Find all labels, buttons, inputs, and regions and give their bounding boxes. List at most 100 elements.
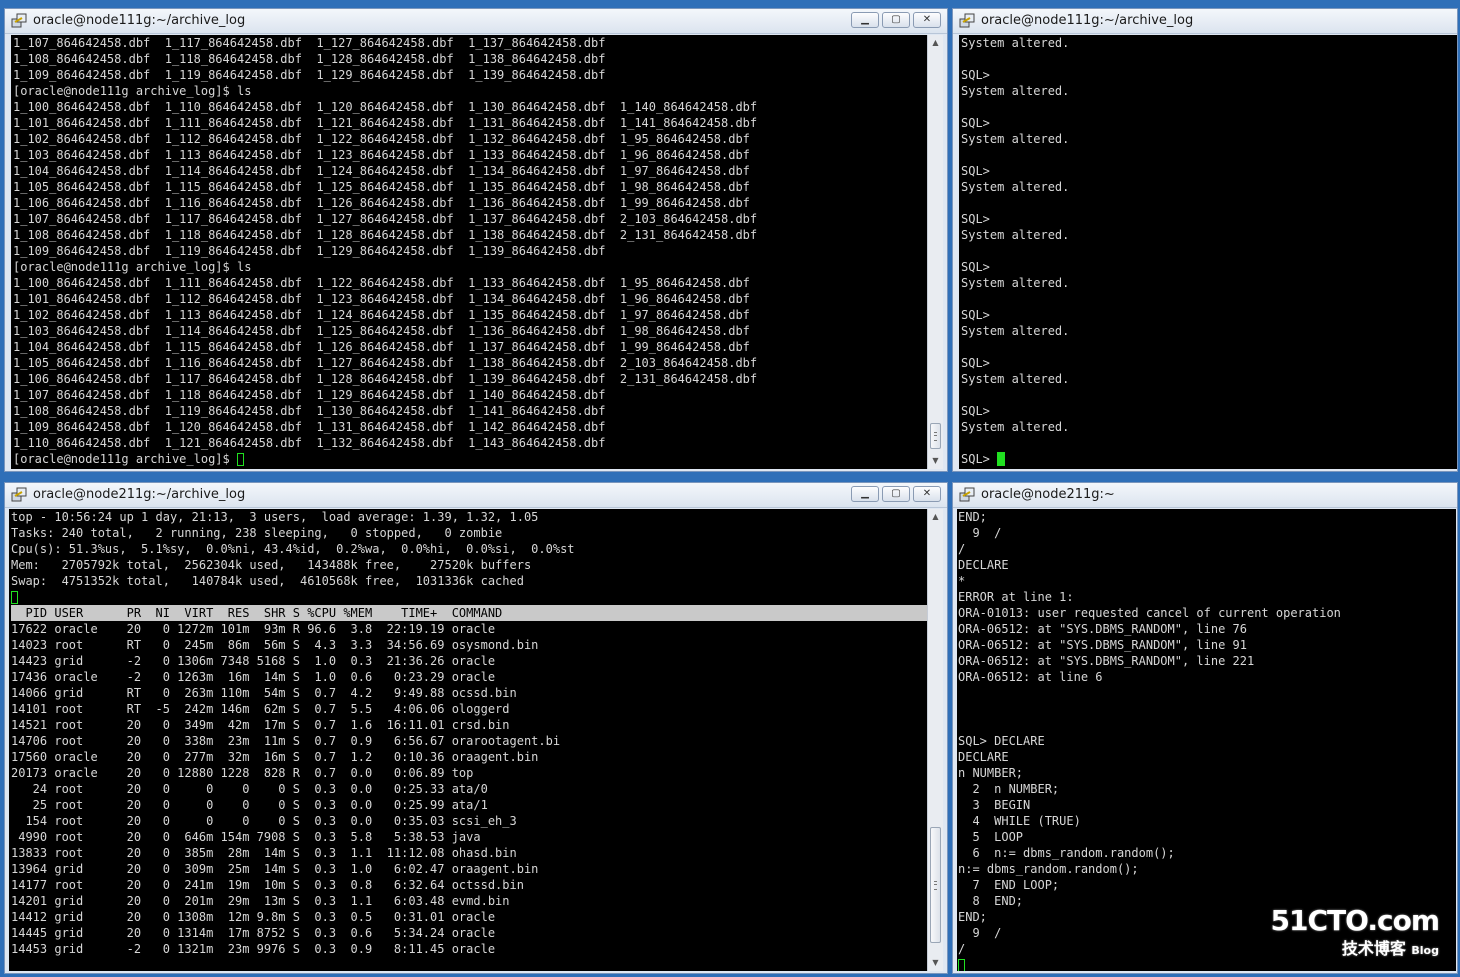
prompt-line[interactable]: SQL>: [961, 451, 1457, 467]
terminal-line: 1_102_864642458.dbf 1_113_864642458.dbf …: [13, 308, 750, 322]
terminal-line: System altered.: [961, 228, 1070, 242]
close-icon[interactable]: ✕: [913, 486, 941, 502]
prompt-text: [oracle@node111g archive_log]$: [13, 452, 237, 466]
input-line[interactable]: [958, 957, 1456, 971]
process-row: 154 root 20 0 0 0 0 S 0.3 0.0 0:35.03 sc…: [11, 814, 517, 828]
scroll-up-icon[interactable]: ▲: [928, 509, 943, 525]
terminal-window-bottom-left[interactable]: oracle@node211g:~/archive_log ▁ ▢ ✕ top …: [4, 482, 948, 974]
input-line[interactable]: [11, 589, 927, 605]
watermark-brand: 51CTO.com: [1270, 904, 1440, 937]
top-summary-line: Swap: 4751352k total, 140784k used, 4610…: [11, 574, 524, 588]
process-row: 24 root 20 0 0 0 0 S 0.3 0.0 0:25.33 ata…: [11, 782, 488, 796]
top-summary-line: Mem: 2705792k total, 2562304k used, 1434…: [11, 558, 532, 572]
terminal-line: System altered.: [961, 84, 1070, 98]
terminal-line: SQL>: [961, 308, 990, 322]
terminal-line: 1_101_864642458.dbf 1_112_864642458.dbf …: [13, 292, 750, 306]
terminal-line: System altered.: [961, 36, 1070, 50]
terminal-line: n NUMBER;: [958, 766, 1024, 780]
top-summary-line: Cpu(s): 51.3%us, 5.1%sy, 0.0%ni, 43.4%id…: [11, 542, 575, 556]
terminal-line: 1_101_864642458.dbf 1_111_864642458.dbf …: [13, 116, 758, 130]
watermark-blog: Blog: [1411, 944, 1439, 957]
terminal-line: 1_105_864642458.dbf 1_116_864642458.dbf …: [13, 356, 758, 370]
terminal-line: 1_109_864642458.dbf 1_119_864642458.dbf …: [13, 244, 606, 258]
terminal-line: *: [958, 574, 966, 588]
text-cursor: [958, 959, 965, 971]
terminal-line: 1_104_864642458.dbf 1_115_864642458.dbf …: [13, 340, 750, 354]
terminal-line: ERROR at line 1:: [958, 590, 1074, 604]
process-row: 17436 oracle -2 0 1263m 16m 14m S 1.0 0.…: [11, 670, 496, 684]
process-row: 14201 grid 20 0 201m 29m 13m S 0.3 1.1 6…: [11, 894, 510, 908]
scroll-thumb[interactable]: [930, 827, 941, 943]
process-row: 14445 grid 20 0 1314m 17m 8752 S 0.3 0.6…: [11, 926, 496, 940]
terminal-output[interactable]: 1_107_864642458.dbf 1_117_864642458.dbf …: [11, 35, 927, 469]
terminal-window-top-right[interactable]: oracle@node111g:~/archive_log System alt…: [952, 8, 1458, 472]
close-icon[interactable]: ✕: [913, 12, 941, 28]
terminal-output[interactable]: END; 9 / / DECLARE * ERROR at line 1: ORA-010…: [957, 509, 1456, 971]
terminal-line: System altered.: [961, 420, 1070, 434]
terminal-line: 2 n NUMBER;: [958, 782, 1060, 796]
terminal-line: 1_110_864642458.dbf 1_121_864642458.dbf …: [13, 436, 606, 450]
title-bar[interactable]: oracle@node111g:~/archive_log: [953, 9, 1457, 34]
top-output[interactable]: top - 10:56:24 up 1 day, 21:13, 3 users,…: [9, 509, 927, 971]
terminal-line: DECLARE: [958, 558, 1009, 572]
prompt-line[interactable]: [oracle@node111g archive_log]$: [13, 451, 927, 467]
terminal-line: System altered.: [961, 180, 1070, 194]
text-cursor: [11, 591, 18, 604]
title-bar[interactable]: oracle@node111g:~/archive_log ▁ ▢ ✕: [5, 9, 947, 34]
terminal-window-bottom-right[interactable]: oracle@node211g:~ END; 9 / / DECLARE * ERROR…: [952, 482, 1458, 974]
terminal-line: 1_107_864642458.dbf 1_117_864642458.dbf …: [13, 212, 758, 226]
terminal-line: System altered.: [961, 324, 1070, 338]
maximize-icon[interactable]: ▢: [882, 12, 910, 28]
terminal-line: 1_108_864642458.dbf 1_118_864642458.dbf …: [13, 52, 606, 66]
terminal-line: 9 /: [958, 526, 1002, 540]
terminal-line: 5 LOOP: [958, 830, 1024, 844]
process-row: 14023 root RT 0 245m 86m 56m S 4.3 3.3 3…: [11, 638, 539, 652]
process-row: 14101 root RT -5 242m 146m 62m S 0.7 5.5…: [11, 702, 510, 716]
terminal-line: 6 n:= dbms_random.random();: [958, 846, 1175, 860]
terminal-line: 4 WHILE (TRUE): [958, 814, 1081, 828]
process-row: 14177 root 20 0 241m 19m 10m S 0.3 0.8 6…: [11, 878, 524, 892]
terminal-line: 1_103_864642458.dbf 1_114_864642458.dbf …: [13, 324, 750, 338]
prompt-text: SQL>: [961, 452, 998, 466]
maximize-icon[interactable]: ▢: [882, 486, 910, 502]
terminal-line: System altered.: [961, 276, 1070, 290]
vertical-scrollbar[interactable]: ▲ ▼: [927, 35, 943, 469]
terminal-line: 1_106_864642458.dbf 1_116_864642458.dbf …: [13, 196, 750, 210]
title-bar[interactable]: oracle@node211g:~/archive_log ▁ ▢ ✕: [5, 483, 947, 508]
terminal-line: [oracle@node111g archive_log]$ ls: [13, 84, 252, 98]
terminal-line: 1_107_864642458.dbf 1_117_864642458.dbf …: [13, 36, 606, 50]
process-row: 14066 grid RT 0 263m 110m 54m S 0.7 4.2 …: [11, 686, 517, 700]
terminal-line: 1_105_864642458.dbf 1_115_864642458.dbf …: [13, 180, 750, 194]
terminal-line: 1_109_864642458.dbf 1_119_864642458.dbf …: [13, 68, 606, 82]
process-row: 14706 root 20 0 338m 23m 11m S 0.7 0.9 6…: [11, 734, 561, 748]
terminal-line: System altered.: [961, 132, 1070, 146]
scroll-thumb[interactable]: [930, 423, 941, 449]
terminal-line: 1_108_864642458.dbf 1_118_864642458.dbf …: [13, 228, 758, 242]
scroll-down-icon[interactable]: ▼: [928, 955, 943, 971]
scroll-down-icon[interactable]: ▼: [928, 453, 943, 469]
minimize-icon[interactable]: ▁: [851, 486, 879, 502]
putty-icon: [11, 487, 27, 502]
vertical-scrollbar[interactable]: ▲ ▼: [927, 509, 943, 971]
terminal-output[interactable]: System altered. SQL> System altered. SQL> Sy…: [959, 35, 1457, 469]
terminal-window-top-left[interactable]: oracle@node111g:~/archive_log ▁ ▢ ✕ 1_10…: [4, 8, 948, 472]
process-row: 17560 oracle 20 0 277m 32m 16m S 0.7 1.2…: [11, 750, 539, 764]
window-title: oracle@node111g:~/archive_log: [981, 13, 1194, 28]
process-row: 14453 grid -2 0 1321m 23m 9976 S 0.3 0.9…: [11, 942, 496, 956]
scroll-up-icon[interactable]: ▲: [928, 35, 943, 51]
terminal-line: 1_103_864642458.dbf 1_113_864642458.dbf …: [13, 148, 750, 162]
terminal-line: ORA-01013: user requested cancel of curr…: [958, 606, 1341, 620]
terminal-line: SQL> DECLARE: [958, 734, 1045, 748]
terminal-line: END;: [958, 510, 987, 524]
minimize-icon[interactable]: ▁: [851, 12, 879, 28]
title-bar[interactable]: oracle@node211g:~: [953, 483, 1457, 508]
window-title: oracle@node211g:~/archive_log: [33, 487, 246, 502]
